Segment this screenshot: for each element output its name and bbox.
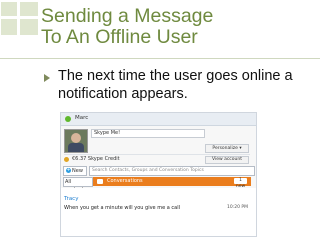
decor-square bbox=[20, 2, 38, 16]
bullet-line-2: notification appears. bbox=[58, 86, 188, 102]
decor-square bbox=[20, 19, 38, 35]
search-input[interactable]: Search Contacts, Groups and Conversation… bbox=[89, 166, 255, 176]
slide-title: Sending a Message To An Offline User bbox=[41, 6, 213, 48]
mood-message-field[interactable]: Skype Me! bbox=[91, 129, 205, 138]
message-text: When you get a minute will you give me a… bbox=[64, 205, 180, 211]
message-time: 10:20 PM bbox=[227, 205, 248, 210]
conversations-icon bbox=[97, 179, 103, 184]
bullet-line-1: The next time the user goes online a bbox=[58, 68, 293, 84]
avatar-body bbox=[68, 143, 84, 152]
conversations-label: Conversations bbox=[107, 178, 143, 184]
slide-title-line-2: To An Offline User bbox=[41, 26, 198, 48]
conversations-tab[interactable]: Conversations 1 new bbox=[93, 177, 251, 189]
all-contacts-dropdown[interactable]: All contacts ▾ bbox=[63, 177, 93, 193]
credit-text[interactable]: €6.37 Skype Credit bbox=[72, 156, 120, 162]
contacts-toolbar: +New ▾ Search Contacts, Groups and Conve… bbox=[63, 166, 255, 182]
profile-name[interactable]: Marc bbox=[75, 115, 88, 121]
skype-header: Marc bbox=[61, 113, 256, 126]
bullet-icon bbox=[44, 74, 50, 82]
credit-row: €6.37 Skype Credit View account bbox=[64, 154, 250, 164]
skype-screenshot: Marc Skype Me! Personalize ▾ €6.37 Skype… bbox=[60, 112, 257, 237]
decor-square bbox=[1, 2, 17, 16]
message-panel: Tracy When you get a minute will you giv… bbox=[61, 188, 256, 236]
view-account-button[interactable]: View account bbox=[205, 156, 249, 164]
avatar[interactable] bbox=[64, 129, 88, 153]
bullet-text: The next time the user goes online a not… bbox=[58, 67, 316, 103]
avatar-head bbox=[71, 133, 81, 143]
credit-coin-icon bbox=[64, 157, 69, 162]
conversation-bar: All contacts ▾ Conversations 1 new bbox=[63, 177, 253, 193]
new-button[interactable]: +New ▾ bbox=[63, 166, 87, 182]
slide-title-line-1: Sending a Message bbox=[41, 5, 214, 27]
new-messages-badge: 1 new bbox=[234, 178, 247, 189]
message-sender[interactable]: Tracy bbox=[64, 196, 78, 202]
new-plus-icon: + bbox=[66, 167, 71, 173]
online-status-icon[interactable] bbox=[65, 116, 71, 122]
personalize-button[interactable]: Personalize ▾ bbox=[205, 144, 249, 153]
decor-line bbox=[0, 58, 320, 59]
decor-square bbox=[1, 19, 17, 35]
